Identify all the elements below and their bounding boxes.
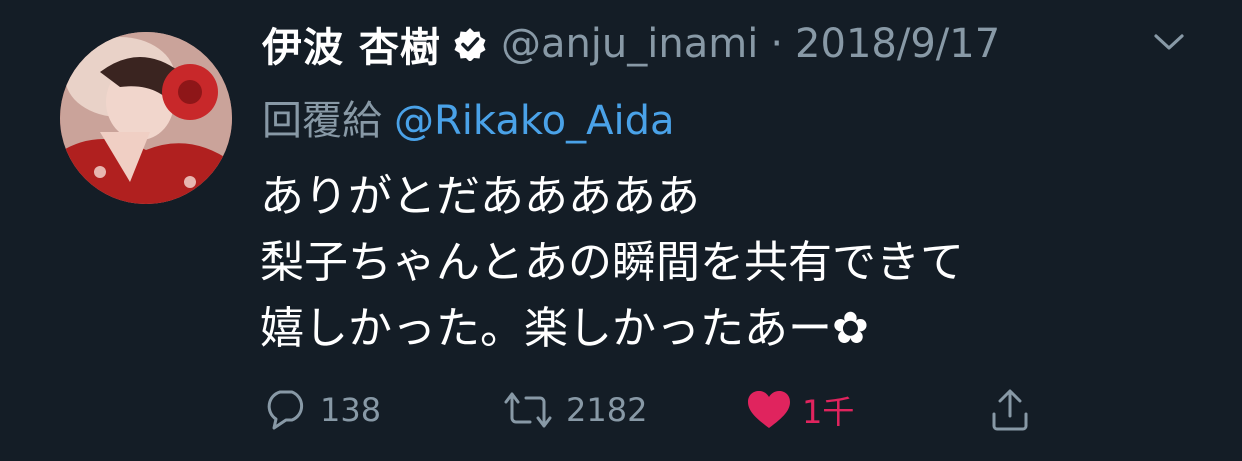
verified-badge-icon [453,27,487,62]
retweet-icon [504,392,552,428]
reply-prefix: 回覆給 [262,98,382,144]
reply-count: 138 [320,391,382,429]
tweet-header: 伊波 杏樹 @anju_inami · 2018/9/17 [262,12,1000,76]
retweet-count: 2182 [566,391,648,429]
separator-dot: · [770,21,784,67]
tweet-actions: 138 2182 1千 [262,382,1062,438]
tweet-date[interactable]: 2018/9/17 [795,21,1000,67]
reply-mention-link[interactable]: @Rikako_Aida [394,98,674,144]
tweet-text-line: 嬉しかった。楽しかったあー✿ [260,303,869,354]
retweet-button[interactable]: 2182 [498,382,647,438]
user-handle[interactable]: @anju_inami [501,21,758,67]
heart-icon [748,391,790,428]
share-button[interactable] [986,382,1034,438]
display-name[interactable]: 伊波 杏樹 [262,15,441,73]
like-count: 1千 [802,393,855,431]
like-button[interactable]: 1千 [744,382,854,438]
avatar-image [60,32,232,204]
avatar[interactable] [60,32,232,204]
chevron-down-icon[interactable] [1152,30,1186,54]
tweet-text: ありがとだあああああ 梨子ちゃんとあの瞬間を共有できて 嬉しかった。楽しかったあ… [260,164,964,362]
tweet-text-line: ありがとだあああああ [260,171,700,222]
reply-button[interactable]: 138 [262,382,381,438]
tweet-text-line: 梨子ちゃんとあの瞬間を共有できて [260,237,964,288]
reply-context: 回覆給 @Rikako_Aida [262,88,674,146]
tweet[interactable]: 伊波 杏樹 @anju_inami · 2018/9/17 回覆給 @Rikako… [0,0,1242,461]
reply-bubble-icon [267,390,304,430]
share-icon [992,389,1028,431]
